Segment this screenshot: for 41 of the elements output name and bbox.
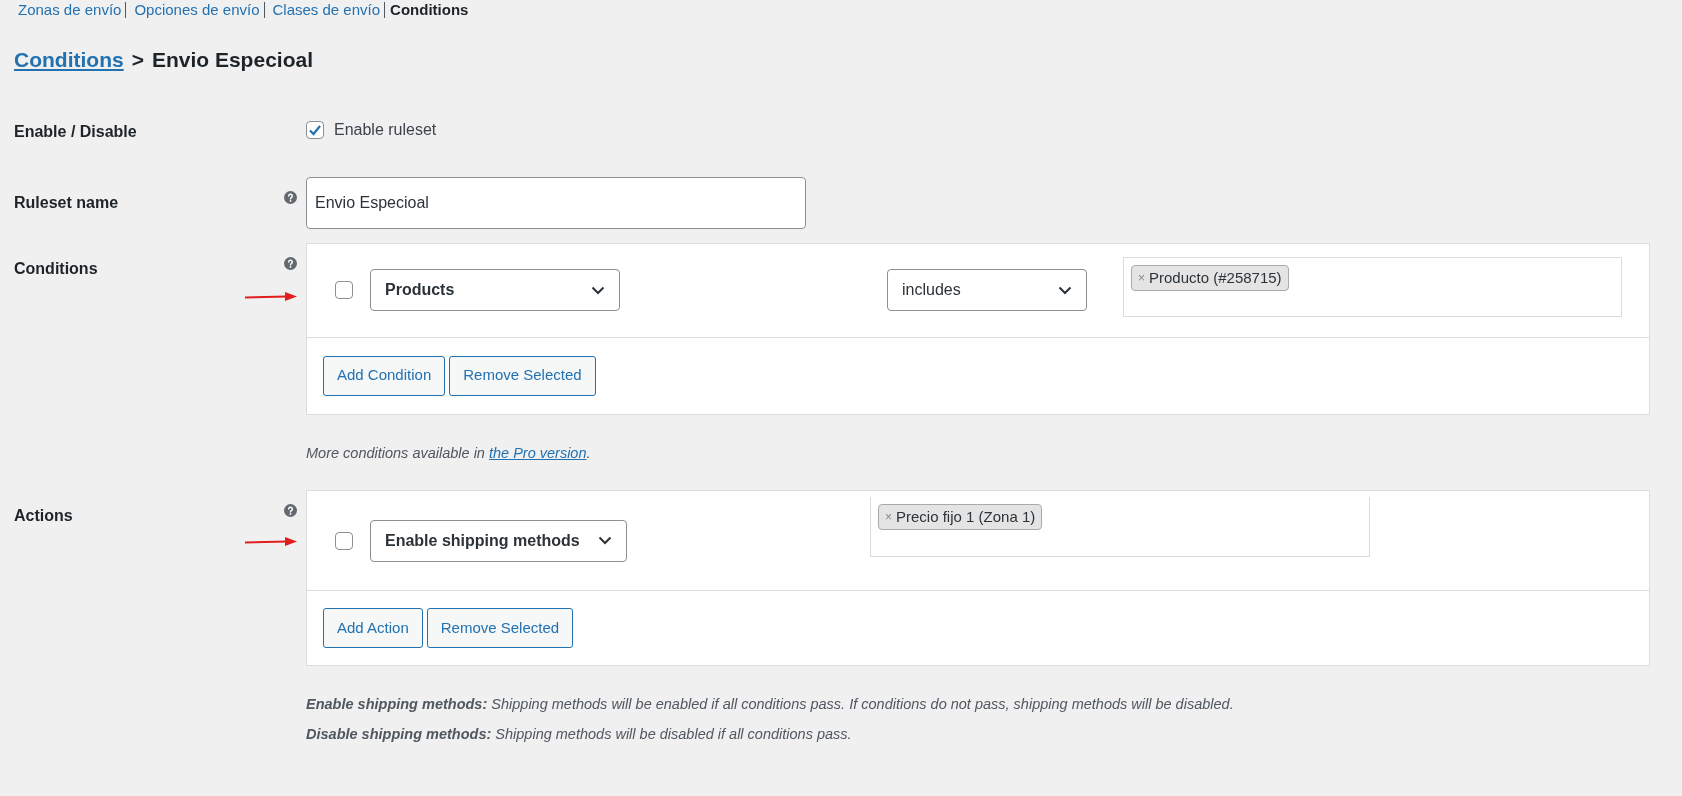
description-text: Enable shipping methods: Shipping methods will be enabled if all conditions pass. If conditions do not pass, shipping methods will be disabled.	[306, 695, 1235, 715]
condition-type-select[interactable]: Products	[370, 269, 620, 311]
pro-version-link[interactable]: the Pro version	[488, 444, 587, 461]
help-icon	[284, 256, 297, 270]
tag-label: Producto (#258715)	[1149, 267, 1282, 288]
pro-note: More conditions available in the Pro version.	[306, 443, 592, 463]
help-icon	[284, 504, 297, 518]
subnav-link[interactable]: Conditions	[390, 0, 469, 22]
action-button[interactable]: Add Action	[323, 608, 423, 649]
caret-icon	[598, 536, 612, 546]
description-text: Disable shipping methods: Shipping methods will be disabled if all conditions pass.	[306, 725, 853, 744]
checkbox[interactable]	[335, 531, 353, 550]
breadcrumb-separator: >	[131, 47, 144, 73]
subnav-link[interactable]: Opciones de envío	[134, 0, 260, 22]
caret-icon	[1058, 285, 1072, 295]
subnav-link[interactable]: Clases de envío	[272, 0, 381, 22]
subnav-link[interactable]: Zonas de envío	[18, 0, 122, 22]
breadcrumb-link[interactable]: Conditions	[14, 44, 124, 76]
operator-select[interactable]: includes	[887, 269, 1087, 311]
checkbox[interactable]	[335, 281, 353, 299]
field-label: Ruleset name	[14, 193, 119, 211]
tag-field[interactable]: × Producto (#258715)	[1123, 257, 1622, 317]
ruleset-name-field[interactable]: Envio Especioal	[306, 176, 806, 229]
action-button[interactable]: Remove Selected	[449, 355, 596, 396]
tag-label: Precio fijo 1 (Zona 1)	[896, 506, 1036, 527]
action-type-select[interactable]: Enable shipping methods	[370, 519, 627, 562]
pointer-arrow	[245, 537, 297, 548]
field-label: Actions	[14, 507, 73, 525]
checkbox-label: Enable ruleset	[334, 119, 437, 140]
help-icon	[284, 190, 297, 204]
checkbox[interactable]	[306, 120, 324, 139]
page-title: Envio Especioal	[151, 47, 313, 73]
tag-remove-button[interactable]: ×	[1138, 269, 1145, 287]
action-button[interactable]: Add Condition	[323, 355, 446, 396]
caret-icon	[591, 285, 605, 295]
field-label: Conditions	[14, 259, 98, 277]
tag-remove-button[interactable]: ×	[885, 507, 892, 526]
pointer-arrow	[245, 291, 297, 302]
action-button[interactable]: Remove Selected	[426, 608, 574, 649]
tag-field[interactable]: × Precio fijo 1 (Zona 1)	[870, 496, 1370, 557]
field-label: Enable / Disable	[14, 122, 137, 140]
